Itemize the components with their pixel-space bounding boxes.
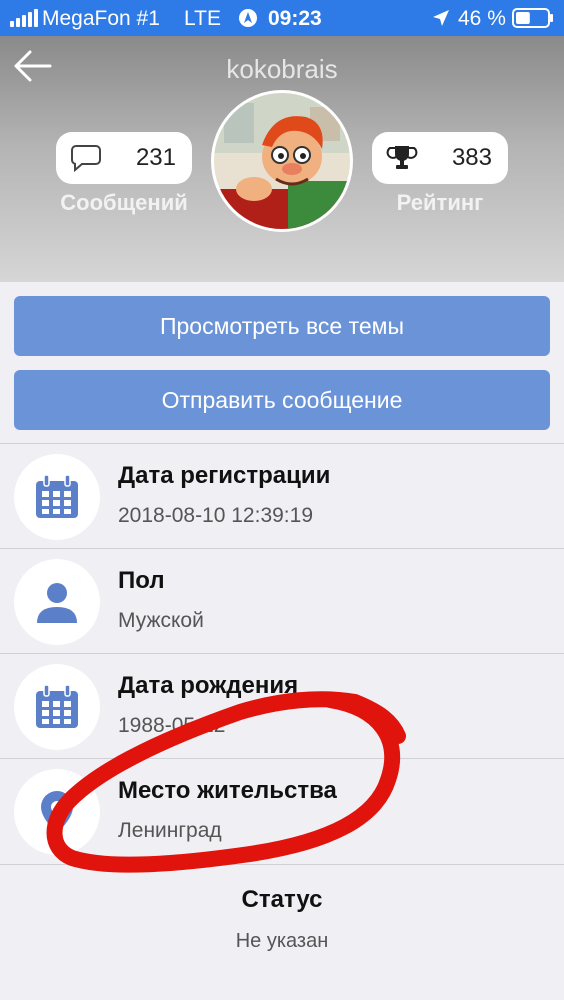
rating-count: 383: [451, 144, 492, 171]
info-value: Мужской: [118, 609, 204, 632]
clock: 09:23: [268, 7, 322, 30]
avatar-image: [214, 93, 350, 229]
calendar-icon: [14, 454, 100, 540]
status-value: Не указан: [235, 930, 329, 952]
network-type: LTE: [184, 7, 221, 30]
avatar[interactable]: [211, 90, 353, 232]
rating-stat[interactable]: 383: [372, 132, 508, 184]
send-message-button[interactable]: Отправить сообщение: [14, 370, 550, 430]
speech-bubble-icon: [71, 145, 101, 172]
status-bar: MegaFon #1 LTE 09:23 46 %: [0, 0, 564, 36]
info-title: Пол: [118, 567, 165, 594]
messages-count: 231: [135, 144, 176, 171]
trophy-icon: [386, 146, 418, 169]
signal-icon: [10, 9, 38, 27]
status-title: Статус: [241, 886, 323, 913]
profile-username: kokobrais: [226, 54, 338, 84]
location-arrow-icon: [432, 9, 450, 33]
info-title: Место жительства: [118, 777, 337, 804]
info-row-residence: Место жительства Ленинград: [0, 759, 564, 863]
location-icon: [14, 769, 100, 855]
battery-icon: [512, 8, 554, 34]
user-icon: [14, 559, 100, 645]
info-value: 1988-05-22: [118, 714, 226, 737]
messages-label: Сообщений: [60, 190, 188, 215]
info-value: 2018-08-10 12:39:19: [118, 504, 313, 527]
rating-label: Рейтинг: [396, 190, 484, 215]
carrier-name: MegaFon #1: [42, 7, 160, 30]
divider: [0, 864, 564, 865]
view-all-topics-button[interactable]: Просмотреть все темы: [14, 296, 550, 356]
info-row-birth-date: Дата рождения 1988-05-22: [0, 654, 564, 758]
location-services-icon: [238, 8, 258, 34]
info-title: Дата рождения: [118, 672, 299, 699]
info-title: Дата регистрации: [118, 462, 331, 489]
info-row-gender: Пол Мужской: [0, 549, 564, 653]
info-row-registration-date: Дата регистрации 2018-08-10 12:39:19: [0, 444, 564, 548]
battery-percent: 46 %: [458, 7, 506, 30]
messages-stat[interactable]: 231: [56, 132, 192, 184]
profile-header: kokobrais 231 Сообщений 383 Рейтинг: [0, 36, 564, 282]
calendar-icon: [14, 664, 100, 750]
info-value: Ленинград: [118, 819, 222, 842]
